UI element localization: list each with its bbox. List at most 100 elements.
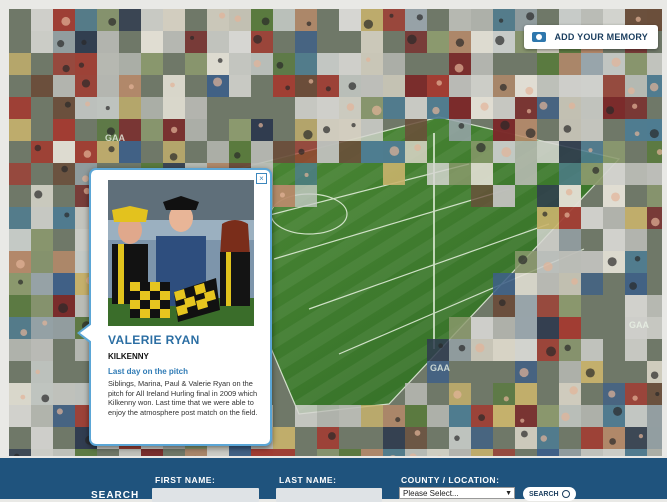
memory-tile[interactable] bbox=[625, 207, 647, 229]
memory-tile[interactable] bbox=[405, 75, 427, 97]
memory-tile[interactable] bbox=[317, 449, 339, 456]
memory-tile[interactable] bbox=[581, 141, 603, 163]
memory-tile[interactable] bbox=[53, 273, 75, 295]
memory-tile[interactable] bbox=[493, 383, 515, 405]
memory-tile[interactable] bbox=[273, 53, 295, 75]
memory-tile[interactable] bbox=[53, 53, 75, 75]
memory-tile[interactable] bbox=[53, 75, 75, 97]
memory-tile[interactable] bbox=[603, 163, 625, 185]
memory-tile[interactable] bbox=[229, 31, 251, 53]
memory-tile[interactable] bbox=[119, 9, 141, 31]
memory-tile[interactable] bbox=[581, 75, 603, 97]
memory-tile[interactable] bbox=[383, 97, 405, 119]
memory-tile[interactable] bbox=[471, 9, 493, 31]
memory-tile[interactable] bbox=[493, 317, 515, 339]
memory-tile[interactable] bbox=[339, 449, 361, 456]
memory-tile[interactable] bbox=[537, 317, 559, 339]
memory-tile[interactable] bbox=[559, 383, 581, 405]
memory-tile[interactable] bbox=[515, 141, 537, 163]
memory-tile[interactable] bbox=[581, 339, 603, 361]
memory-tile[interactable] bbox=[9, 295, 31, 317]
memory-tile[interactable] bbox=[53, 207, 75, 229]
memory-tile[interactable] bbox=[471, 75, 493, 97]
memory-tile[interactable] bbox=[449, 449, 471, 456]
memory-tile[interactable] bbox=[75, 9, 97, 31]
memory-tile[interactable] bbox=[581, 119, 603, 141]
memory-tile[interactable] bbox=[493, 273, 515, 295]
memory-tile[interactable] bbox=[31, 273, 53, 295]
memory-tile[interactable] bbox=[339, 53, 361, 75]
memory-tile[interactable] bbox=[603, 449, 625, 456]
memory-tile[interactable] bbox=[185, 97, 207, 119]
memory-tile[interactable] bbox=[647, 405, 662, 427]
last-name-field[interactable] bbox=[276, 488, 382, 502]
memory-tile[interactable] bbox=[53, 251, 75, 273]
memory-tile[interactable] bbox=[295, 141, 317, 163]
memory-tile[interactable] bbox=[625, 119, 647, 141]
memory-tile[interactable] bbox=[273, 75, 295, 97]
memory-tile[interactable] bbox=[9, 207, 31, 229]
memory-tile[interactable] bbox=[537, 141, 559, 163]
memory-tile[interactable] bbox=[493, 449, 515, 456]
memory-tile[interactable] bbox=[449, 317, 471, 339]
memory-tile[interactable] bbox=[31, 361, 53, 383]
memory-tile[interactable] bbox=[207, 449, 229, 456]
memory-tile[interactable] bbox=[537, 207, 559, 229]
memory-tile[interactable] bbox=[163, 9, 185, 31]
memory-tile[interactable] bbox=[383, 405, 405, 427]
memory-tile[interactable] bbox=[53, 97, 75, 119]
memory-tile[interactable] bbox=[31, 141, 53, 163]
memory-tile[interactable] bbox=[449, 405, 471, 427]
memory-tile[interactable] bbox=[31, 75, 53, 97]
memory-tile[interactable] bbox=[471, 31, 493, 53]
memory-tile[interactable] bbox=[31, 427, 53, 449]
memory-tile[interactable] bbox=[31, 449, 53, 456]
memory-tile[interactable] bbox=[53, 31, 75, 53]
memory-tile[interactable] bbox=[141, 9, 163, 31]
memory-tile[interactable] bbox=[537, 53, 559, 75]
memory-tile[interactable] bbox=[405, 119, 427, 141]
memory-tile[interactable] bbox=[31, 229, 53, 251]
memory-tile[interactable] bbox=[9, 317, 31, 339]
memory-tile[interactable] bbox=[31, 251, 53, 273]
memory-tile[interactable] bbox=[295, 31, 317, 53]
memory-tile[interactable] bbox=[53, 449, 75, 456]
memory-tile[interactable] bbox=[317, 405, 339, 427]
memory-tile[interactable] bbox=[339, 9, 361, 31]
memory-tile[interactable] bbox=[31, 383, 53, 405]
memory-tile[interactable] bbox=[559, 185, 581, 207]
memory-tile[interactable] bbox=[405, 9, 427, 31]
memory-tile[interactable] bbox=[625, 427, 647, 449]
memory-tile[interactable] bbox=[361, 75, 383, 97]
memory-tile[interactable] bbox=[141, 97, 163, 119]
memory-tile[interactable] bbox=[647, 449, 662, 456]
memory-tile[interactable] bbox=[119, 141, 141, 163]
memory-tile[interactable] bbox=[581, 273, 603, 295]
memory-tile[interactable] bbox=[449, 9, 471, 31]
memory-tile[interactable] bbox=[625, 53, 647, 75]
memory-tile[interactable] bbox=[339, 405, 361, 427]
memory-tile[interactable] bbox=[141, 53, 163, 75]
memory-tile[interactable] bbox=[273, 9, 295, 31]
memory-tile[interactable] bbox=[471, 53, 493, 75]
memory-tile[interactable] bbox=[449, 97, 471, 119]
memory-tile[interactable] bbox=[625, 295, 647, 317]
memory-tile[interactable] bbox=[361, 119, 383, 141]
memory-tile[interactable] bbox=[317, 141, 339, 163]
memory-tile[interactable] bbox=[9, 229, 31, 251]
memory-tile[interactable] bbox=[581, 251, 603, 273]
memory-tile[interactable] bbox=[603, 141, 625, 163]
memory-tile[interactable] bbox=[559, 207, 581, 229]
memory-tile[interactable] bbox=[559, 53, 581, 75]
first-name-field[interactable] bbox=[152, 488, 259, 502]
memory-tile[interactable] bbox=[581, 53, 603, 75]
memory-tile[interactable] bbox=[295, 75, 317, 97]
memory-tile[interactable] bbox=[427, 31, 449, 53]
close-icon[interactable]: × bbox=[256, 173, 267, 184]
memory-tile[interactable] bbox=[361, 9, 383, 31]
memory-tile[interactable] bbox=[647, 53, 662, 75]
memory-tile[interactable] bbox=[427, 339, 449, 361]
memory-tile[interactable] bbox=[449, 427, 471, 449]
memory-tile[interactable] bbox=[603, 229, 625, 251]
memory-tile[interactable] bbox=[515, 295, 537, 317]
